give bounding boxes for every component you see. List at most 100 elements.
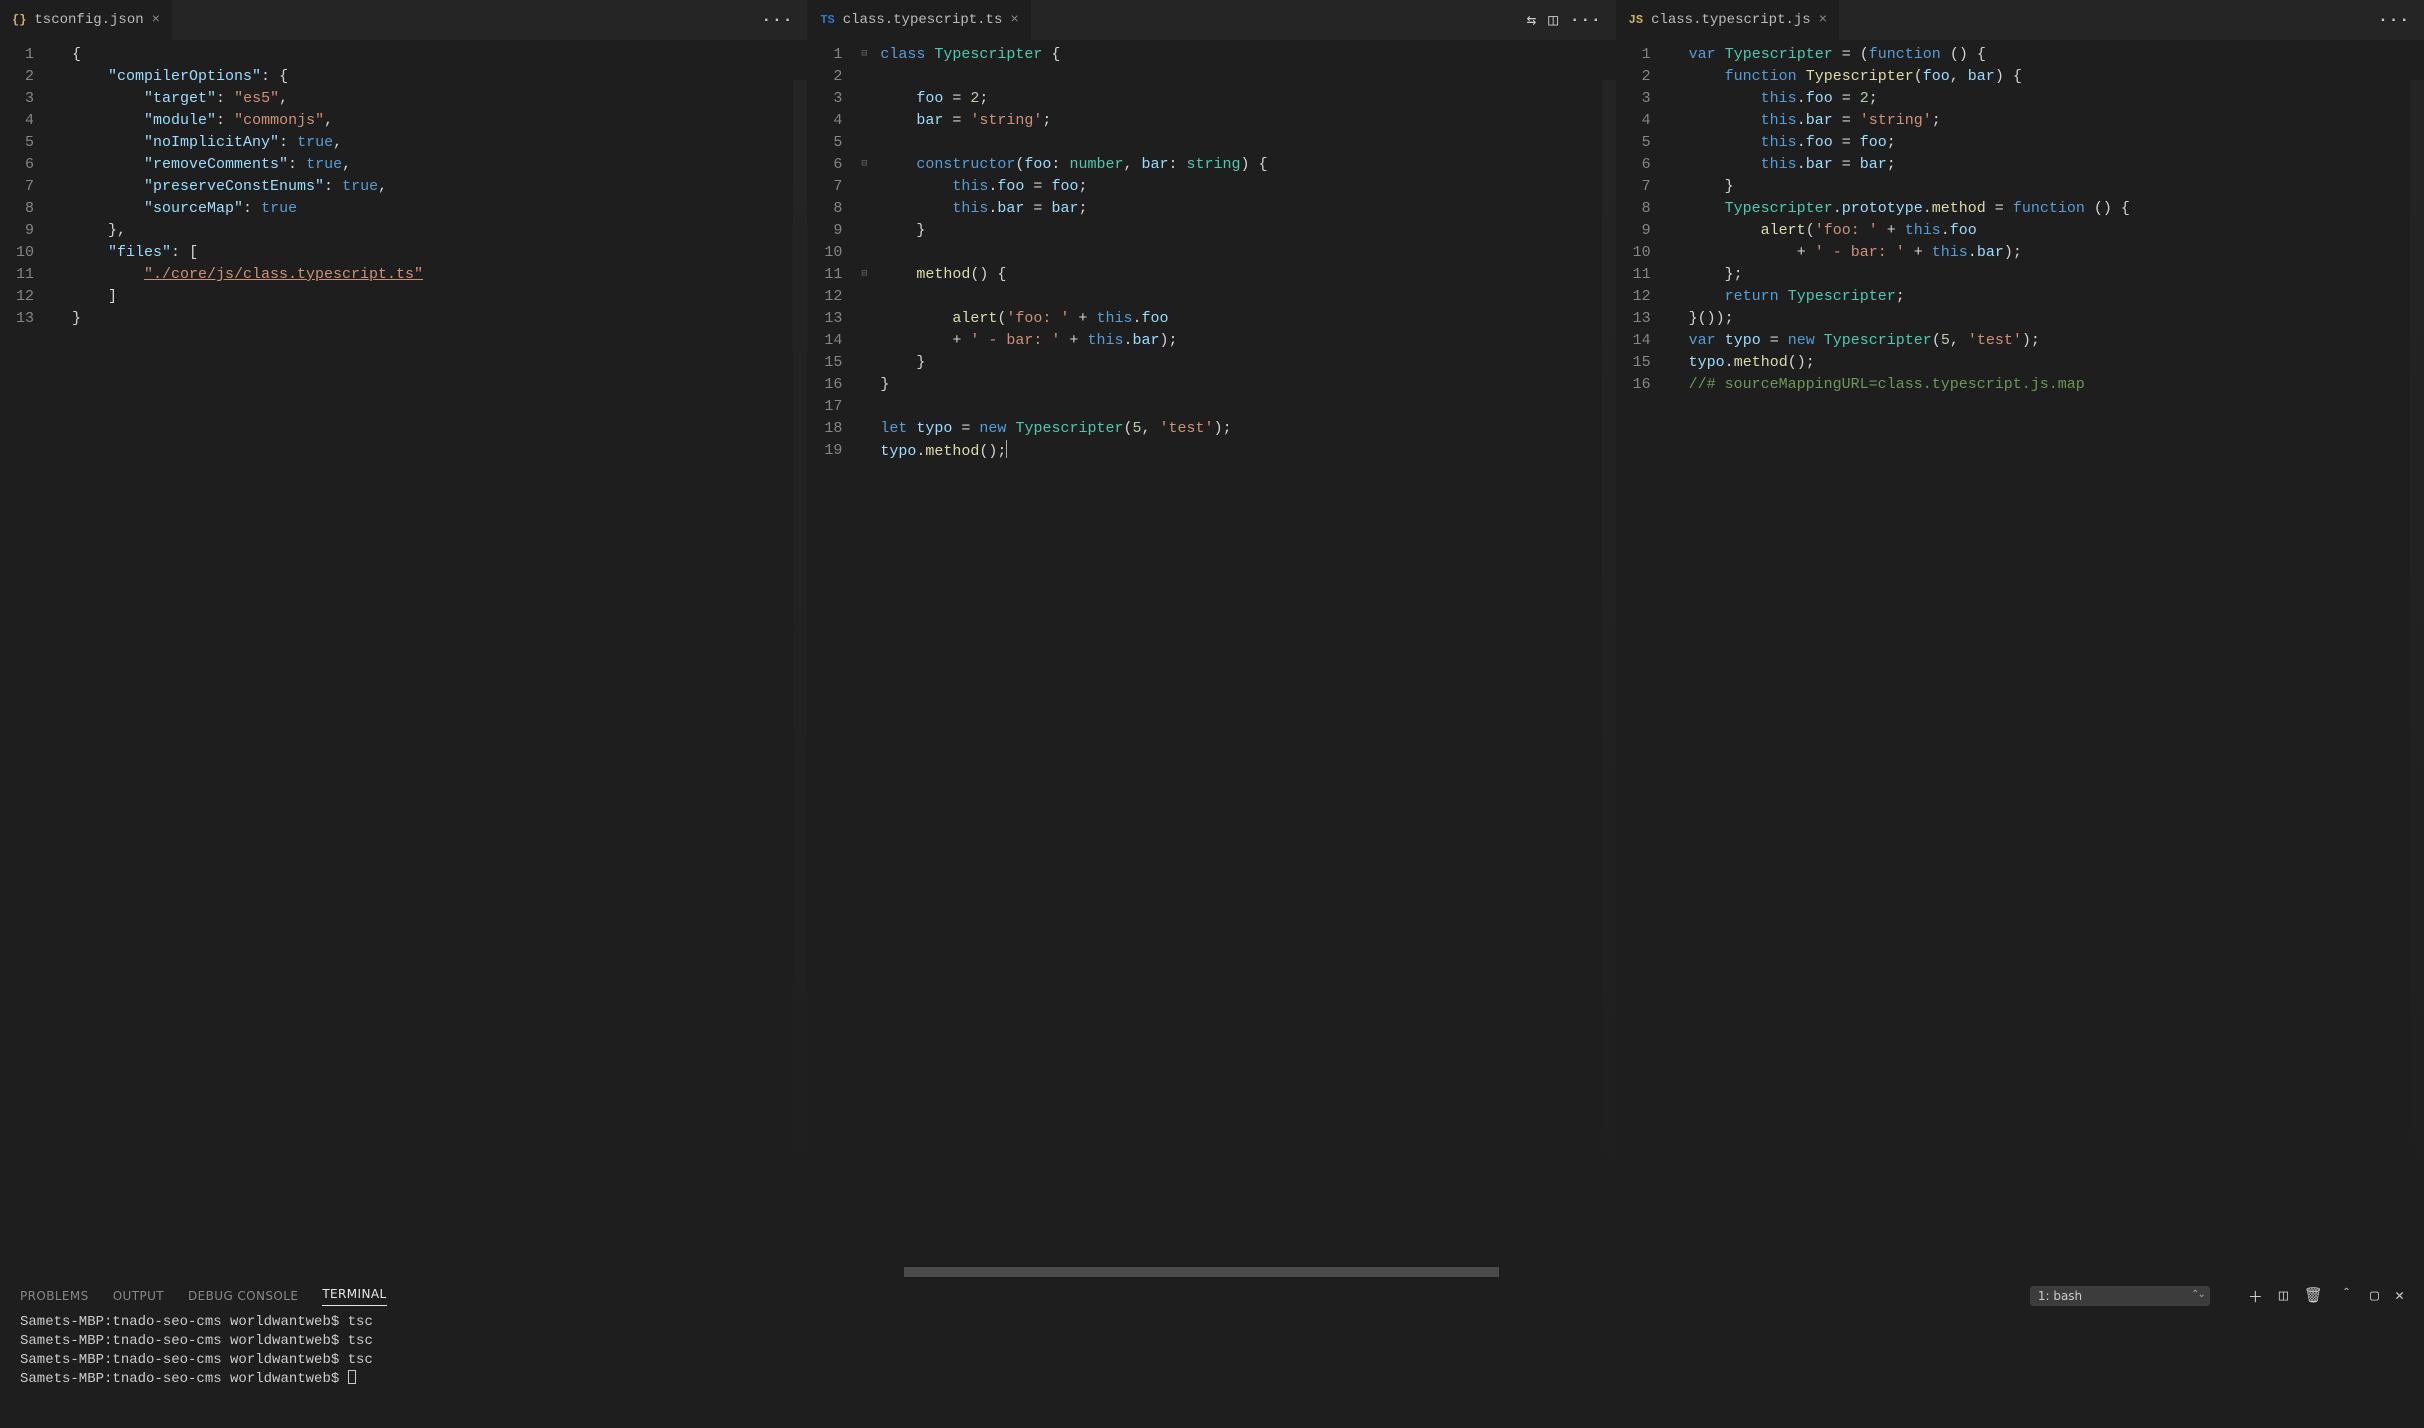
bottom-panel: PROBLEMS OUTPUT DEBUG CONSOLE TERMINAL 1: ba… (0, 1278, 2424, 1428)
code-line[interactable]: } (880, 220, 1267, 242)
code-line[interactable]: ] (72, 286, 423, 308)
tab-title: class.typescript.js (1651, 12, 1811, 28)
code-line[interactable]: "sourceMap": true (72, 198, 423, 220)
fold-gutter[interactable] (48, 40, 64, 334)
tab-actions: ⇆◫ (1527, 10, 1610, 30)
code-content[interactable]: var Typescripter = (function () { functi… (1681, 40, 2130, 400)
split-terminal-icon[interactable]: ◫ (2279, 1286, 2288, 1307)
code-line[interactable]: }, (72, 220, 423, 242)
panel-tabs: PROBLEMS OUTPUT DEBUG CONSOLE TERMINAL 1: ba… (0, 1279, 2424, 1313)
close-tab-icon[interactable]: × (1010, 12, 1018, 28)
code-line[interactable]: function Typescripter(foo, bar) { (1689, 66, 2130, 88)
terminal-select[interactable]: 1: bash (2030, 1286, 2210, 1306)
close-panel-icon[interactable]: ✕ (2395, 1286, 2404, 1307)
minimap[interactable] (793, 80, 807, 1278)
file-type-icon: JS (1629, 13, 1643, 27)
code-line[interactable]: "module": "commonjs", (72, 110, 423, 132)
code-line[interactable] (880, 242, 1267, 264)
code-line[interactable]: } (1689, 176, 2130, 198)
maximize-panel-icon[interactable]: ▢ (2370, 1286, 2379, 1307)
code-line[interactable]: this.foo = 2; (1689, 88, 2130, 110)
fold-gutter[interactable]: ⊟⊟⊟ (856, 40, 872, 466)
code-line[interactable]: let typo = new Typescripter(5, 'test'); (880, 418, 1267, 440)
panel-tab-terminal[interactable]: TERMINAL (322, 1287, 386, 1306)
code-line[interactable]: }()); (1689, 308, 2130, 330)
more-actions-icon[interactable] (2378, 11, 2410, 29)
code-line[interactable]: "preserveConstEnums": true, (72, 176, 423, 198)
code-line[interactable] (880, 66, 1267, 88)
code-content[interactable]: { "compilerOptions": { "target": "es5", … (64, 40, 423, 334)
code-line[interactable]: "files": [ (72, 242, 423, 264)
close-tab-icon[interactable]: × (152, 12, 160, 28)
more-actions-icon[interactable] (1570, 11, 1602, 29)
code-line[interactable]: alert('foo: ' + this.foo (880, 308, 1267, 330)
file-type-icon: TS (820, 13, 834, 27)
line-number-gutter[interactable]: 12345678910111213141516 (1617, 40, 1665, 400)
code-line[interactable]: { (72, 44, 423, 66)
tab-bar: TSclass.typescript.ts×⇆◫ (808, 0, 1615, 40)
code-line[interactable]: }; (1689, 264, 2130, 286)
editor-group: {}tsconfig.json×12345678910111213 { "comp… (0, 0, 808, 1278)
code-line[interactable]: "removeComments": true, (72, 154, 423, 176)
code-line[interactable] (880, 286, 1267, 308)
code-content[interactable]: class Typescripter { foo = 2; bar = 'str… (872, 40, 1267, 466)
minimap[interactable] (2410, 80, 2424, 1278)
editor-tab[interactable]: {}tsconfig.json× (0, 0, 173, 40)
code-line[interactable] (880, 132, 1267, 154)
editor-groups: {}tsconfig.json×12345678910111213 { "comp… (0, 0, 2424, 1278)
code-line[interactable]: } (880, 352, 1267, 374)
code-line[interactable]: bar = 'string'; (880, 110, 1267, 132)
new-terminal-icon[interactable]: ＋ (2248, 1286, 2263, 1307)
file-type-icon: {} (12, 13, 26, 27)
code-line[interactable]: this.foo = foo; (880, 176, 1267, 198)
terminal-output[interactable]: Samets-MBP:tnado-seo-cms worldwantweb$ t… (0, 1313, 2424, 1397)
code-line[interactable]: "target": "es5", (72, 88, 423, 110)
code-area[interactable]: 12345678910111213 { "compilerOptions": { … (0, 40, 807, 1278)
code-line[interactable]: typo.method(); (880, 440, 1267, 462)
code-line[interactable]: this.foo = foo; (1689, 132, 2130, 154)
line-number-gutter[interactable]: 12345678910111213 (0, 40, 48, 334)
code-line[interactable]: Typescripter.prototype.method = function… (1689, 198, 2130, 220)
line-number-gutter[interactable]: 12345678910111213141516171819 (808, 40, 856, 466)
code-area[interactable]: 12345678910111213141516171819⊟⊟⊟class Ty… (808, 40, 1615, 1278)
code-line[interactable]: foo = 2; (880, 88, 1267, 110)
minimap[interactable] (1602, 80, 1616, 1278)
kill-terminal-icon[interactable]: 🗑 (2304, 1286, 2323, 1307)
code-area[interactable]: 12345678910111213141516 var Typescripter … (1617, 40, 2424, 1278)
split-editor-icon[interactable]: ◫ (1548, 10, 1558, 30)
code-line[interactable]: + ' - bar: ' + this.bar); (1689, 242, 2130, 264)
code-line[interactable]: constructor(foo: number, bar: string) { (880, 154, 1267, 176)
close-tab-icon[interactable]: × (1819, 12, 1827, 28)
code-line[interactable]: class Typescripter { (880, 44, 1267, 66)
fold-gutter[interactable] (1665, 40, 1681, 400)
terminal-cursor (348, 1370, 356, 1384)
code-line[interactable]: alert('foo: ' + this.foo (1689, 220, 2130, 242)
more-actions-icon[interactable] (762, 11, 794, 29)
code-line[interactable]: + ' - bar: ' + this.bar); (880, 330, 1267, 352)
code-line[interactable]: //# sourceMappingURL=class.typescript.js… (1689, 374, 2130, 396)
code-line[interactable] (880, 396, 1267, 418)
code-line[interactable]: this.bar = bar; (1689, 154, 2130, 176)
panel-tab-debug-console[interactable]: DEBUG CONSOLE (188, 1289, 298, 1303)
editor-tab[interactable]: TSclass.typescript.ts× (808, 0, 1031, 40)
open-changes-icon[interactable]: ⇆ (1527, 10, 1537, 30)
panel-tab-output[interactable]: OUTPUT (113, 1289, 164, 1303)
tab-actions (762, 11, 802, 29)
code-line[interactable]: var typo = new Typescripter(5, 'test'); (1689, 330, 2130, 352)
code-line[interactable]: } (72, 308, 423, 330)
horizontal-scrollbar[interactable] (808, 1266, 1601, 1278)
code-line[interactable]: return Typescripter; (1689, 286, 2130, 308)
code-line[interactable]: } (880, 374, 1267, 396)
code-line[interactable]: method() { (880, 264, 1267, 286)
code-line[interactable]: "noImplicitAny": true, (72, 132, 423, 154)
code-line[interactable]: typo.method(); (1689, 352, 2130, 374)
code-line[interactable]: "./core/js/class.typescript.ts" (72, 264, 423, 286)
terminal-line: Samets-MBP:tnado-seo-cms worldwantweb$ t… (20, 1351, 2404, 1370)
panel-tab-problems[interactable]: PROBLEMS (20, 1289, 89, 1303)
editor-tab[interactable]: JS class.typescript.js × (1617, 0, 1840, 40)
code-line[interactable]: this.bar = bar; (880, 198, 1267, 220)
code-line[interactable]: var Typescripter = (function () { (1689, 44, 2130, 66)
panel-chevron-up-icon[interactable]: ＾ (2339, 1286, 2354, 1307)
code-line[interactable]: this.bar = 'string'; (1689, 110, 2130, 132)
code-line[interactable]: "compilerOptions": { (72, 66, 423, 88)
